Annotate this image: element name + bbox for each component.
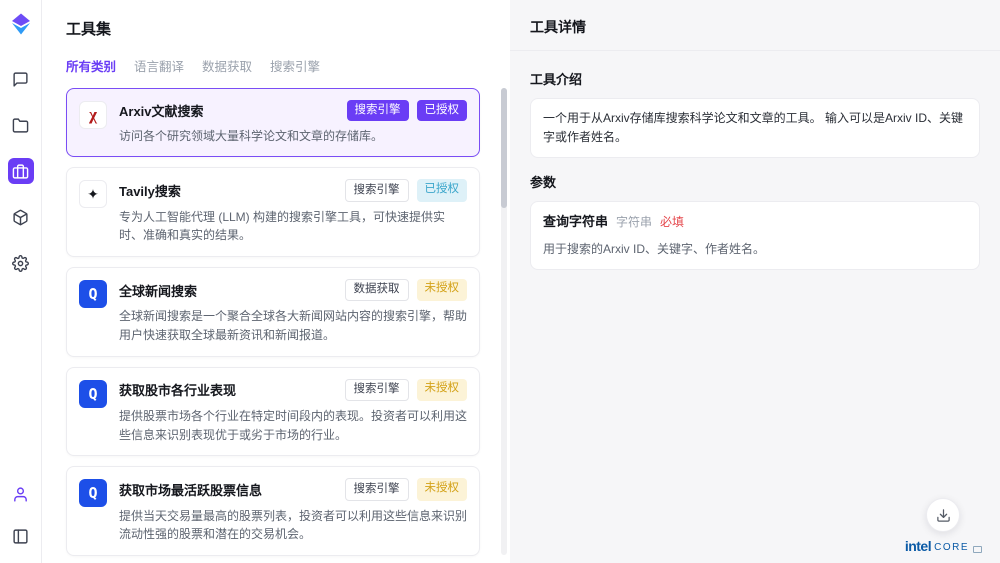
tool-card-body: 获取市场最活跃股票信息 搜索引擎 未授权 提供当天交易量最高的股票列表，投资者可… [119, 478, 467, 544]
icon-rail [0, 0, 42, 563]
category-badge: 数据获取 [345, 279, 409, 302]
sidebar-item-tools[interactable] [8, 158, 34, 184]
tool-name: Arxiv文献搜索 [119, 101, 204, 120]
tool-card-sector-performance[interactable]: Q 获取股市各行业表现 搜索引擎 未授权 提供股票市场各个行业在特定时间段内的表… [66, 367, 480, 457]
news-service-logo-icon: Q [79, 280, 107, 308]
intro-card: 一个用于从Arxiv存储库搜索科学论文和文章的工具。 输入可以是Arxiv ID… [530, 98, 980, 158]
chat-icon [12, 71, 29, 88]
box-icon [12, 209, 29, 226]
auth-status-badge: 未授权 [417, 478, 468, 501]
param-card: 查询字符串 字符串 必填 用于搜索的Arxiv ID、关键字、作者姓名。 [530, 201, 980, 270]
sidebar-item-collapse[interactable] [8, 523, 34, 549]
intel-core-logo: intel CORE [905, 539, 982, 553]
tool-description: 专为人工智能代理 (LLM) 构建的搜索引擎工具，可快速提供实时、准确和真实的结… [119, 208, 467, 245]
tool-description: 提供当天交易量最高的股票列表，投资者可以利用这些信息来识别流动性强的股票和潜在的… [119, 507, 467, 544]
briefcase-icon [12, 163, 29, 180]
tool-name: Tavily搜索 [119, 181, 181, 200]
intel-chip-mark [973, 546, 982, 553]
auth-status-badge: 未授权 [417, 279, 468, 302]
detail-body: 工具介绍 一个用于从Arxiv存储库搜索科学论文和文章的工具。 输入可以是Arx… [510, 51, 1000, 290]
rail-nav [8, 66, 34, 276]
param-type: 字符串 [616, 213, 652, 232]
tab-search-engine[interactable]: 搜索引擎 [270, 56, 320, 75]
stock-service-logo-icon: Q [79, 380, 107, 408]
tool-detail-panel: 工具详情 工具介绍 一个用于从Arxiv存储库搜索科学论文和文章的工具。 输入可… [510, 0, 1000, 563]
tool-description: 访问各个研究领域大量科学论文和文章的存储库。 [119, 127, 467, 146]
tab-all-categories[interactable]: 所有类别 [66, 56, 116, 75]
folder-icon [12, 117, 29, 134]
category-tabs: 所有类别 语言翻译 数据获取 搜索引擎 [42, 39, 510, 88]
tab-data-fetch[interactable]: 数据获取 [202, 56, 252, 75]
intel-brand-text: intel [905, 539, 931, 553]
download-button[interactable] [926, 498, 960, 532]
param-required-flag: 必填 [660, 213, 684, 232]
params-section-title: 参数 [530, 172, 980, 191]
gem-logo-icon [9, 12, 33, 36]
floating-controls: intel CORE [905, 498, 982, 553]
download-icon [936, 508, 951, 523]
rail-bottom [8, 481, 34, 549]
intro-section-title: 工具介绍 [530, 69, 980, 88]
tool-card-most-active-stocks[interactable]: Q 获取市场最活跃股票信息 搜索引擎 未授权 提供当天交易量最高的股票列表，投资… [66, 466, 480, 556]
tool-card-body: 获取股市各行业表现 搜索引擎 未授权 提供股票市场各个行业在特定时间段内的表现。… [119, 379, 467, 445]
stock-service-logo-icon: Q [79, 479, 107, 507]
param-description: 用于搜索的Arxiv ID、关键字、作者姓名。 [543, 240, 967, 259]
sidebar-item-settings[interactable] [8, 250, 34, 276]
gear-icon [12, 255, 29, 272]
tool-card-body: Tavily搜索 搜索引擎 已授权 专为人工智能代理 (LLM) 构建的搜索引擎… [119, 179, 467, 245]
intro-text: 一个用于从Arxiv存储库搜索科学论文和文章的工具。 输入可以是Arxiv ID… [543, 111, 963, 144]
detail-title: 工具详情 [510, 0, 1000, 51]
app-window: 工具集 所有类别 语言翻译 数据获取 搜索引擎 χ Arxiv文献搜索 搜索引擎… [0, 0, 1000, 563]
auth-status-badge: 已授权 [417, 179, 468, 202]
intel-core-text: CORE [934, 542, 969, 553]
sidebar-item-chat[interactable] [8, 66, 34, 92]
sidebar-item-account[interactable] [8, 481, 34, 507]
tool-name: 获取市场最活跃股票信息 [119, 480, 262, 499]
tool-card-body: Arxiv文献搜索 搜索引擎 已授权 访问各个研究领域大量科学论文和文章的存储库… [119, 100, 467, 145]
category-badge: 搜索引擎 [345, 478, 409, 501]
sparkle-icon: ✦ [79, 180, 107, 208]
scrollbar-thumb[interactable] [501, 88, 507, 208]
tool-list-panel: 工具集 所有类别 语言翻译 数据获取 搜索引擎 χ Arxiv文献搜索 搜索引擎… [42, 0, 510, 563]
category-badge: 搜索引擎 [345, 179, 409, 202]
tool-card-list: χ Arxiv文献搜索 搜索引擎 已授权 访问各个研究领域大量科学论文和文章的存… [42, 88, 510, 563]
tool-name: 获取股市各行业表现 [119, 380, 236, 399]
category-badge: 搜索引擎 [347, 100, 409, 121]
app-logo [9, 12, 33, 36]
sidebar-item-files[interactable] [8, 112, 34, 138]
auth-status-badge: 已授权 [417, 100, 468, 121]
tool-description: 提供股票市场各个行业在特定时间段内的表现。投资者可以利用这些信息来识别表现优于或… [119, 407, 467, 444]
sidebar-item-packages[interactable] [8, 204, 34, 230]
param-name: 查询字符串 [543, 212, 608, 233]
tab-translation[interactable]: 语言翻译 [134, 56, 184, 75]
tool-card-tavily[interactable]: ✦ Tavily搜索 搜索引擎 已授权 专为人工智能代理 (LLM) 构建的搜索… [66, 167, 480, 257]
tool-card-arxiv[interactable]: χ Arxiv文献搜索 搜索引擎 已授权 访问各个研究领域大量科学论文和文章的存… [66, 88, 480, 157]
category-badge: 搜索引擎 [345, 379, 409, 402]
panel-icon [12, 528, 29, 545]
list-scrollbar [501, 88, 507, 555]
tool-name: 全球新闻搜索 [119, 281, 197, 300]
page-title: 工具集 [42, 0, 510, 39]
tool-description: 全球新闻搜索是一个聚合全球各大新闻网站内容的搜索引擎，帮助用户快速获取全球最新资… [119, 307, 467, 344]
auth-status-badge: 未授权 [417, 379, 468, 402]
user-icon [12, 486, 29, 503]
tool-card-global-news[interactable]: Q 全球新闻搜索 数据获取 未授权 全球新闻搜索是一个聚合全球各大新闻网站内容的… [66, 267, 480, 357]
arxiv-logo-icon: χ [79, 101, 107, 129]
tool-card-body: 全球新闻搜索 数据获取 未授权 全球新闻搜索是一个聚合全球各大新闻网站内容的搜索… [119, 279, 467, 345]
